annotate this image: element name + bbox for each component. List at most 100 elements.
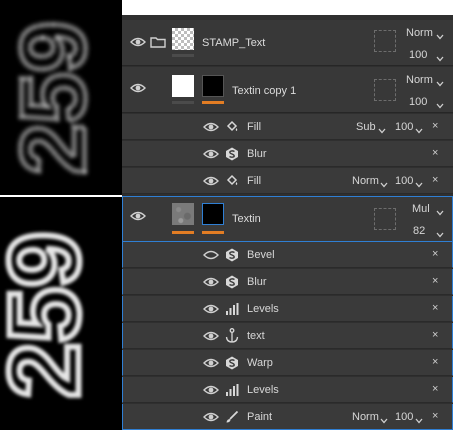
eye-icon[interactable] [203,385,219,395]
eye-icon[interactable] [203,277,219,287]
effect-name: Levels [247,384,279,396]
mask-placeholder[interactable] [374,79,396,101]
effect-blend-value[interactable]: Norm [352,411,379,423]
folder-icon [150,36,166,48]
chevron-down-icon[interactable] [436,207,444,216]
mask-placeholder[interactable] [374,30,396,52]
effect-name: Fill [247,121,262,133]
effect-name: Blur [247,276,267,288]
s-effect-icon [225,356,239,370]
layer-thumbnail-bar [172,101,194,104]
effect-row-fill[interactable]: Fill Norm 100 × [122,168,453,194]
effect-opacity-value[interactable]: 100 [395,175,413,187]
effect-row-bevel[interactable]: Bevel × [122,242,453,268]
opacity-value[interactable]: 100 [409,49,427,61]
close-icon[interactable]: × [432,120,438,132]
effect-name: Blur [247,148,267,160]
chevron-down-icon[interactable] [415,179,423,188]
effect-row-levels[interactable]: Levels × [122,377,453,403]
layer-row-textin-copy-1[interactable]: Textin copy 1 Norm 100 [122,67,453,113]
mask-active-bar [202,101,224,104]
blend-mode-value[interactable]: Norm [406,74,433,86]
effect-row-paint[interactable]: Paint Norm 100 × [122,404,453,430]
effect-row-blur[interactable]: Blur × [122,269,453,295]
canvas-text-bottom: 259 [0,229,103,402]
blend-mode-value[interactable]: Mul [412,203,430,215]
effect-blend-value[interactable]: Norm [352,175,379,187]
eye-icon[interactable] [203,331,219,341]
eye-icon[interactable] [203,122,219,132]
eye-icon[interactable] [130,211,146,221]
effect-name: Bevel [247,249,275,261]
canvas-preview-top: 259 [0,0,122,195]
layer-mask-thumbnail[interactable] [202,75,224,97]
eye-icon[interactable] [130,83,146,93]
eye-icon[interactable] [130,37,146,47]
effect-blend-value[interactable]: Sub [356,121,376,133]
levels-icon [225,383,239,397]
chevron-down-icon[interactable] [436,31,444,40]
mask-active-bar [202,231,224,234]
canvas-text-top: 259 [0,19,107,178]
s-effect-icon [225,147,239,161]
close-icon[interactable]: × [432,329,438,341]
layer-mask-thumbnail[interactable] [202,203,224,225]
effect-row-levels[interactable]: Levels × [122,296,453,322]
blend-mode-value[interactable]: Norm [406,27,433,39]
chevron-down-icon[interactable] [436,78,444,87]
eye-hidden-icon[interactable] [203,250,219,260]
eye-icon[interactable] [203,176,219,186]
effect-name: Warp [247,357,273,369]
anchor-icon [225,328,239,343]
effect-name: Paint [247,411,273,423]
chevron-down-icon[interactable] [436,53,444,62]
paint-bucket-icon [225,120,239,134]
close-icon[interactable]: × [432,275,438,287]
canvas-preview-bottom: 259 [0,197,122,430]
close-icon[interactable]: × [432,302,438,314]
effect-row-blur[interactable]: Blur × [122,141,453,167]
effect-opacity-value[interactable]: 100 [395,121,413,133]
eye-icon[interactable] [203,304,219,314]
effect-name: text [247,330,265,342]
chevron-down-icon[interactable] [436,100,444,109]
close-icon[interactable]: × [432,383,438,395]
eye-icon[interactable] [203,149,219,159]
close-icon[interactable]: × [432,174,438,186]
eye-icon[interactable] [203,358,219,368]
close-icon[interactable]: × [432,356,438,368]
s-effect-icon [225,275,239,289]
panel-top-gap [122,0,453,15]
layer-thumbnail[interactable] [172,28,194,50]
canvas-digits-bottom: 259 [0,232,100,399]
brush-icon [225,410,239,424]
opacity-value[interactable]: 100 [409,96,427,108]
layer-thumbnail[interactable] [172,75,194,97]
layer-row-stamp-text[interactable]: STAMP_Text Norm 100 [122,20,453,66]
effect-row-fill[interactable]: Fill Sub 100 × [122,114,453,140]
effect-row-text[interactable]: text × [122,323,453,349]
close-icon[interactable]: × [432,410,438,422]
chevron-down-icon[interactable] [415,415,423,424]
layer-name[interactable]: Textin copy 1 [232,85,296,97]
opacity-value[interactable]: 82 [413,225,425,237]
layer-name[interactable]: STAMP_Text [202,37,265,49]
chevron-down-icon[interactable] [380,179,388,188]
eye-icon[interactable] [203,412,219,422]
chevron-down-icon[interactable] [380,415,388,424]
layer-name[interactable]: Textin [232,213,261,225]
chevron-down-icon[interactable] [378,125,386,134]
close-icon[interactable]: × [432,248,438,260]
layer-thumbnail-bar [172,54,194,57]
mask-placeholder[interactable] [374,208,396,230]
close-icon[interactable]: × [432,147,438,159]
effect-name: Levels [247,303,279,315]
chevron-down-icon[interactable] [415,125,423,134]
canvas-digits-top: 259 [2,21,104,175]
layer-thumbnail[interactable] [172,203,194,225]
effect-opacity-value[interactable]: 100 [395,411,413,423]
layers-panel: STAMP_Text Norm 100 Textin copy 1 Norm 1… [122,0,453,430]
effect-row-warp[interactable]: Warp × [122,350,453,376]
layer-row-textin[interactable]: Textin Mul 82 [122,196,453,242]
chevron-down-icon[interactable] [436,229,444,238]
